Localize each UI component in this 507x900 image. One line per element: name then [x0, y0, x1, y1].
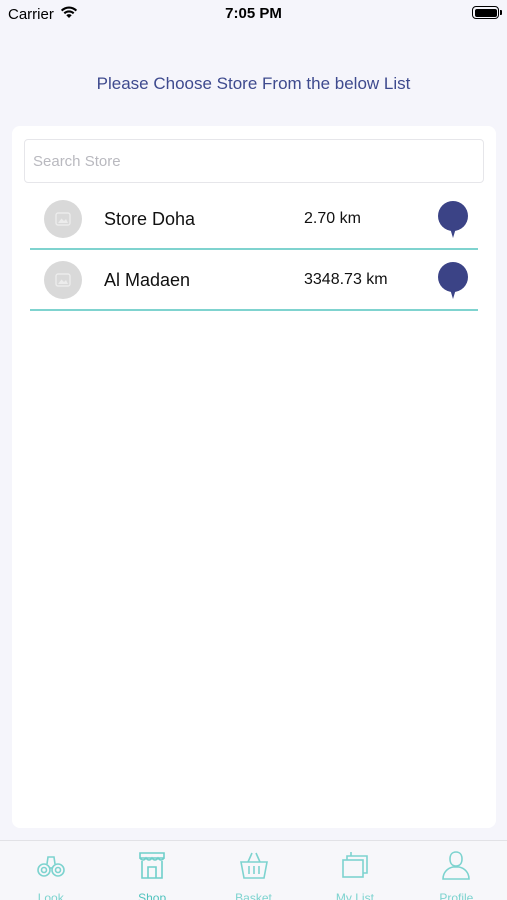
store-distance: 2.70 km — [304, 210, 361, 227]
battery-icon — [472, 6, 502, 19]
store-row[interactable]: Al Madaen 3348.73 km — [30, 250, 478, 311]
page-heading: Please Choose Store From the below List — [96, 74, 411, 93]
stacked-list-icon — [339, 849, 371, 886]
store-name: Store Doha — [104, 209, 196, 229]
store-distance: 3348.73 km — [304, 271, 388, 288]
tab-look[interactable]: Look — [0, 841, 101, 900]
basket-icon — [238, 849, 270, 886]
person-icon — [440, 849, 472, 886]
tab-label: Look — [37, 891, 64, 900]
binoculars-icon — [35, 849, 67, 886]
storefront-icon — [136, 849, 168, 886]
store-image-placeholder-icon — [44, 261, 82, 299]
tab-label: Basket — [235, 891, 272, 900]
search-box[interactable] — [24, 139, 484, 183]
status-time: 7:05 PM — [225, 5, 282, 22]
search-input[interactable] — [33, 152, 483, 170]
tab-label: Profile — [439, 891, 474, 900]
tab-label: Shop — [138, 891, 167, 900]
tab-label: My List — [335, 891, 374, 900]
store-name: Al Madaen — [104, 270, 191, 290]
tab-bar: Look Shop Basket My List Profile — [0, 840, 507, 900]
store-list: Store Doha 2.70 km Al Madaen 3348.73 km — [30, 189, 478, 311]
status-bar: Carrier 7:05 PM — [0, 0, 507, 28]
tab-profile[interactable]: Profile — [406, 841, 507, 900]
map-pin-icon[interactable] — [436, 200, 470, 240]
tab-my-list[interactable]: My List — [304, 841, 405, 900]
tab-basket[interactable]: Basket — [203, 841, 304, 900]
tab-shop[interactable]: Shop — [101, 841, 202, 900]
store-image-placeholder-icon — [44, 200, 82, 238]
map-pin-icon[interactable] — [436, 261, 470, 301]
store-list-card: Store Doha 2.70 km Al Madaen 3348.73 km — [12, 126, 496, 828]
store-row[interactable]: Store Doha 2.70 km — [30, 189, 478, 250]
